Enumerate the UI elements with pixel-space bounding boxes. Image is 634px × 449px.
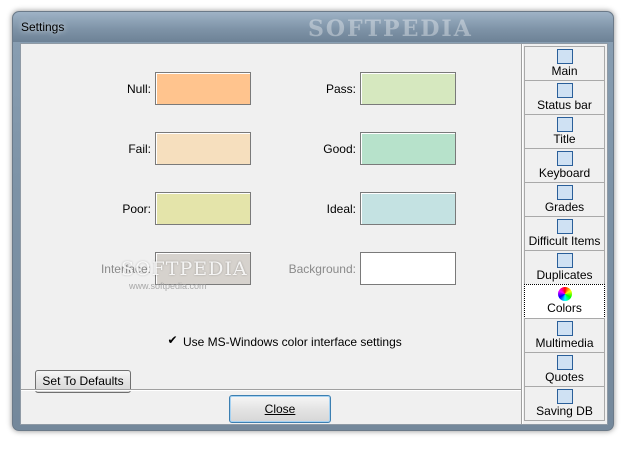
- sidebar-item-grades[interactable]: Grades: [524, 182, 605, 217]
- sidebar-item-label: Grades: [544, 200, 585, 214]
- settings-window: Settings SOFTPEDIA Null: Pass: Fail: Goo…: [12, 11, 614, 431]
- sidebar-divider: [521, 44, 523, 424]
- difficult-items-icon: [556, 219, 573, 234]
- settings-client-area: Null: Pass: Fail: Good: Poor: Ideal: Int…: [20, 43, 608, 425]
- quotes-icon: [556, 355, 573, 370]
- duplicates-icon: [556, 253, 573, 268]
- sidebar-item-duplicates[interactable]: Duplicates: [524, 250, 605, 285]
- sidebar-item-quotes[interactable]: Quotes: [524, 352, 605, 387]
- sidebar-item-label: Difficult Items: [528, 234, 601, 248]
- keyboard-icon: [556, 151, 573, 166]
- pass-color-label: Pass:: [325, 82, 356, 96]
- saving-db-icon: [556, 389, 573, 404]
- grades-icon: [556, 185, 573, 200]
- sidebar-item-keyboard[interactable]: Keyboard: [524, 148, 605, 183]
- good-color-label: Good:: [323, 142, 356, 156]
- bottom-divider: [21, 389, 521, 391]
- sidebar-item-label: Quotes: [545, 370, 584, 384]
- sidebar-item-saving-db[interactable]: Saving DB: [524, 386, 605, 421]
- sidebar-item-label: Saving DB: [536, 404, 593, 418]
- sidebar-item-label: Status bar: [537, 98, 592, 112]
- sidebar-item-label: Title: [553, 132, 576, 146]
- sidebar-item-label: Colors: [547, 301, 582, 315]
- sidebar-item-colors[interactable]: Colors: [524, 284, 605, 319]
- title-icon: [556, 117, 573, 132]
- background-color-swatch: [360, 252, 456, 285]
- title-bar[interactable]: Settings SOFTPEDIA: [13, 12, 613, 42]
- status-bar-icon: [556, 83, 573, 98]
- sidebar-item-status-bar[interactable]: Status bar: [524, 80, 605, 115]
- null-color-label: Null:: [126, 82, 151, 96]
- ideal-color-swatch[interactable]: [360, 192, 456, 225]
- sidebar-item-multimedia[interactable]: Multimedia: [524, 318, 605, 353]
- colors-icon: [557, 287, 572, 301]
- close-button[interactable]: Close: [229, 395, 331, 423]
- softpedia-watermark: SOFTPEDIA: [121, 258, 248, 280]
- title-watermark: SOFTPEDIA: [308, 16, 473, 42]
- main-icon: [556, 49, 573, 64]
- sidebar-item-label: Duplicates: [536, 268, 593, 282]
- ideal-color-label: Ideal:: [326, 202, 356, 216]
- sidebar-item-difficult-items[interactable]: Difficult Items: [524, 216, 605, 251]
- window-title: Settings: [21, 20, 65, 34]
- sidebar-item-main[interactable]: Main: [524, 46, 605, 81]
- use-windows-colors-checkbox[interactable]: ✔: [167, 334, 178, 346]
- sidebar-item-title[interactable]: Title: [524, 114, 605, 149]
- sidebar-item-label: Main: [551, 64, 578, 78]
- fail-color-label: Fail:: [128, 142, 151, 156]
- poor-color-label: Poor:: [122, 202, 151, 216]
- use-windows-colors-label[interactable]: Use MS-Windows color interface settings: [183, 335, 402, 349]
- softpedia-watermark-url: www.softpedia.com: [129, 281, 207, 291]
- background-color-label: Background:: [288, 262, 356, 276]
- pass-color-swatch[interactable]: [360, 72, 456, 105]
- sidebar-item-label: Keyboard: [538, 166, 591, 180]
- sidebar-item-label: Multimedia: [535, 336, 594, 350]
- good-color-swatch[interactable]: [360, 132, 456, 165]
- multimedia-icon: [556, 321, 573, 336]
